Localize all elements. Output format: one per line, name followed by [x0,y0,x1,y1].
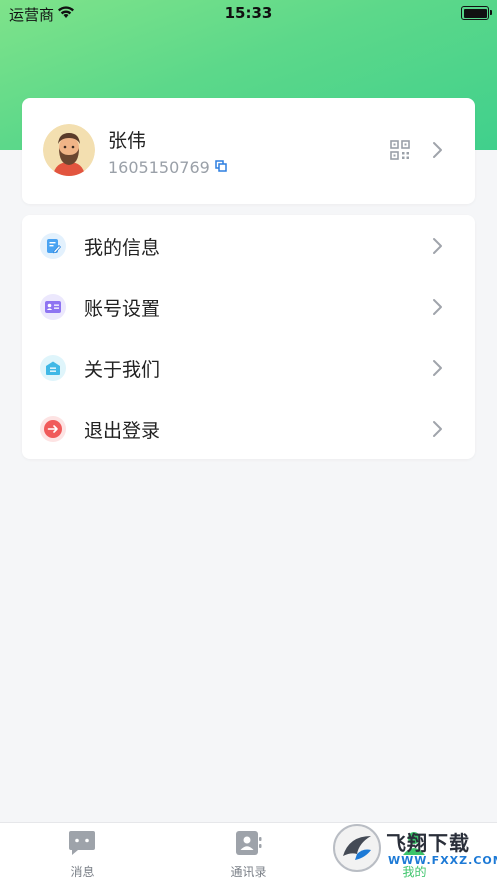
menu-label-logout: 退出登录 [84,420,161,442]
watermark-url: WWW.FXXZ.COM [388,854,497,867]
tab-contacts[interactable]: 通讯录 [166,823,331,884]
id-card-icon [40,294,66,320]
menu-label-my-info: 我的信息 [84,237,161,259]
battery-icon [461,6,492,20]
menu-item-account-settings[interactable]: 账号设置 [22,276,475,337]
menu-item-about-us[interactable]: 关于我们 [22,337,475,398]
tab-label-contacts: 通讯录 [230,865,267,879]
contacts-icon [236,831,262,855]
menu-item-logout[interactable]: 退出登录 [22,398,475,459]
tab-label-messages: 消息 [70,865,95,879]
chevron-right-icon [433,421,442,437]
profile-card[interactable]: 张伟 1605150769 [22,98,475,204]
menu-label-about-us: 关于我们 [84,359,161,381]
qr-code-icon[interactable] [390,140,410,160]
chevron-right-icon [433,360,442,376]
user-id: 1605150769 [108,158,210,177]
watermark-logo [333,824,381,872]
copy-icon[interactable] [215,160,227,172]
watermark: 飞翔下载 WWW.FXXZ.COM [332,823,497,873]
watermark-title: 飞翔下载 [386,831,470,855]
tab-messages[interactable]: 消息 [0,823,165,884]
user-name: 张伟 [108,130,147,152]
chevron-right-icon [433,238,442,254]
edit-profile-icon [40,233,66,259]
menu-item-my-info[interactable]: 我的信息 [22,215,475,276]
menu-card: 我的信息 账号设置 关于我们 退出登录 [22,215,475,459]
clock: 15:33 [224,4,273,22]
chat-bubble-icon [69,831,95,855]
chevron-right-icon[interactable] [432,141,444,159]
menu-label-account-settings: 账号设置 [84,298,161,320]
avatar[interactable] [43,124,95,176]
about-icon [40,355,66,381]
chevron-right-icon [433,299,442,315]
logout-icon [40,416,66,442]
status-bar: 运营商 15:33 [0,0,497,26]
